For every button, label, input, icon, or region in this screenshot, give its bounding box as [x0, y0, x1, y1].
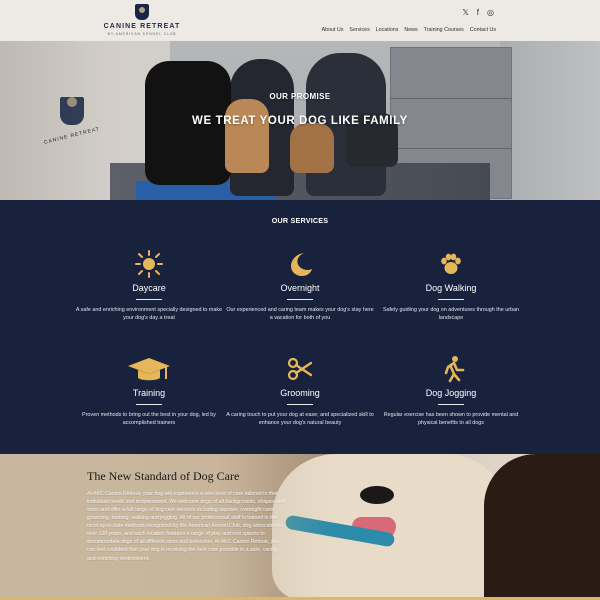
service-description: A safe and enriching environment special… — [75, 307, 223, 321]
service-divider — [438, 299, 464, 300]
service-divider — [438, 404, 464, 405]
service-divider — [136, 299, 162, 300]
service-name: Training — [132, 388, 166, 398]
scissors-icon — [225, 355, 375, 383]
instagram-icon[interactable]: ◎ — [487, 8, 494, 17]
nav-news[interactable]: News — [404, 27, 417, 33]
service-training[interactable]: Training Proven methods to bring out the… — [74, 355, 224, 428]
nav-contact-us[interactable]: Contact Us — [470, 27, 496, 33]
service-description: Regular exercise has been shown to provi… — [383, 412, 519, 426]
paw-icon — [376, 250, 526, 278]
runner-icon — [376, 355, 526, 383]
nav-training-courses[interactable]: Training Courses — [424, 27, 464, 33]
service-dog-walking[interactable]: Dog Walking Safely guiding your dog on a… — [376, 250, 526, 323]
service-overnight[interactable]: Overnight Our experienced and caring tea… — [225, 250, 375, 323]
logo-title: CANINE RETREAT — [103, 23, 181, 30]
site-header: CANINE RETREAT BY AMERICAN KENNEL CLUB 𝕏… — [0, 0, 600, 42]
service-name: Dog Walking — [425, 283, 477, 293]
service-divider — [287, 299, 313, 300]
service-divider — [287, 404, 313, 405]
hero-kicker: OUR PROMISE — [269, 92, 331, 101]
nav-services[interactable]: Services — [349, 27, 369, 33]
standard-title: The New Standard of Dog Care — [87, 469, 240, 483]
sun-icon — [74, 250, 224, 278]
dog-nose — [360, 486, 394, 504]
facebook-icon[interactable]: f — [477, 8, 479, 17]
nav-about-us[interactable]: About Us — [322, 27, 344, 33]
nav-locations[interactable]: Locations — [376, 27, 399, 33]
social-links: 𝕏 f ◎ — [462, 8, 494, 17]
hero-title: WE TREAT YOUR DOG LIKE FAMILY — [192, 115, 408, 127]
logo-subtitle: BY AMERICAN KENNEL CLUB — [107, 32, 177, 36]
site-logo[interactable]: CANINE RETREAT BY AMERICAN KENNEL CLUB — [101, 4, 183, 38]
service-name: Grooming — [280, 388, 320, 398]
graduation-cap-icon — [74, 355, 224, 383]
service-description: Proven methods to bring out the best in … — [82, 412, 216, 426]
standard-body: At AKC Canine Retreat, your dog will exp… — [87, 491, 285, 562]
service-name: Overnight — [280, 283, 320, 293]
service-name: Dog Jogging — [425, 388, 477, 398]
hero-banner: CANINE RETREAT OUR PROMISE WE TREAT YOUR… — [0, 41, 600, 200]
service-description: A caring touch to put your dog at ease; … — [226, 412, 374, 426]
services-section: OUR SERVICES Daycare A safe and enrichin… — [0, 200, 600, 454]
moon-icon — [225, 250, 375, 278]
service-divider — [136, 404, 162, 405]
service-dog-jogging[interactable]: Dog Jogging Regular exercise has been sh… — [376, 355, 526, 428]
service-daycare[interactable]: Daycare A safe and enriching environment… — [74, 250, 224, 323]
service-description: Safely guiding your dog on adventures th… — [382, 307, 520, 321]
service-grooming[interactable]: Grooming A caring touch to put your dog … — [225, 355, 375, 428]
logo-shield-icon — [135, 4, 149, 20]
twitter-icon[interactable]: 𝕏 — [462, 8, 468, 17]
standard-section: The New Standard of Dog Care At AKC Cani… — [0, 454, 600, 600]
main-nav: About Us Services Locations News Trainin… — [322, 27, 496, 33]
owner-hair — [484, 454, 600, 600]
services-title: OUR SERVICES — [271, 216, 329, 225]
service-name: Daycare — [132, 283, 166, 293]
service-description: Our experienced and caring team makes yo… — [226, 307, 374, 321]
